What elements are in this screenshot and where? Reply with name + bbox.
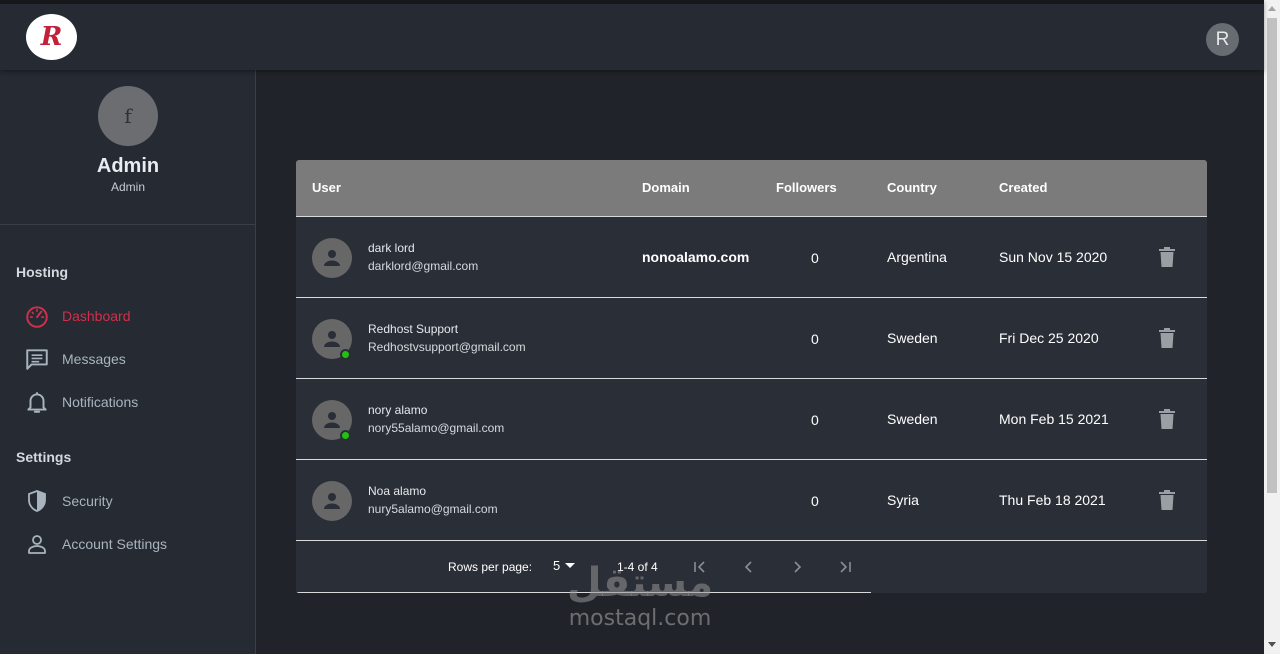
online-status-dot bbox=[340, 430, 351, 441]
user-followers: 0 bbox=[811, 250, 819, 266]
user-country: Argentina bbox=[887, 249, 947, 265]
user-domain: nonoalamo.com bbox=[642, 249, 750, 265]
bell-icon bbox=[22, 387, 52, 417]
person-icon bbox=[324, 412, 340, 428]
users-table: User Domain Followers Country Created da… bbox=[296, 160, 1207, 593]
delete-icon[interactable] bbox=[1156, 327, 1178, 349]
profile-name: Admin bbox=[96, 155, 160, 177]
profile-avatar[interactable]: f bbox=[98, 86, 158, 146]
user-country: Sweden bbox=[887, 411, 938, 427]
watermark: مستقل mostaql.com bbox=[540, 560, 740, 632]
sidebar-item-label: Account Settings bbox=[62, 536, 168, 552]
section-title-hosting: Hosting bbox=[16, 264, 69, 280]
sidebar-item-account-settings[interactable]: Account Settings bbox=[22, 527, 242, 561]
last-page-button[interactable] bbox=[832, 554, 858, 580]
column-header-created[interactable]: Created bbox=[999, 180, 1047, 195]
user-avatar bbox=[312, 481, 352, 521]
online-status-dot bbox=[340, 349, 351, 360]
sidebar-item-messages[interactable]: Messages bbox=[22, 342, 242, 376]
user-country: Syria bbox=[887, 492, 919, 508]
user-country: Sweden bbox=[887, 330, 938, 346]
user-created: Mon Feb 15 2021 bbox=[999, 411, 1109, 427]
column-header-user[interactable]: User bbox=[312, 180, 341, 195]
sidebar-item-label: Security bbox=[62, 493, 113, 509]
user-email: nory55alamo@gmail.com bbox=[368, 421, 505, 435]
user-created: Thu Feb 18 2021 bbox=[999, 492, 1106, 508]
sidebar-item-label: Messages bbox=[62, 351, 126, 367]
user-avatar bbox=[312, 238, 352, 278]
shield-icon bbox=[22, 486, 52, 516]
scrollbar-thumb[interactable] bbox=[1267, 18, 1277, 493]
user-followers: 0 bbox=[811, 331, 819, 347]
profile-panel: f Admin Admin bbox=[0, 70, 255, 225]
sidebar-item-dashboard[interactable]: Dashboard bbox=[22, 299, 242, 333]
user-created: Sun Nov 15 2020 bbox=[999, 249, 1108, 265]
user-followers: 0 bbox=[811, 412, 819, 428]
user-created: Fri Dec 25 2020 bbox=[999, 330, 1099, 346]
scroll-up-arrow-icon[interactable] bbox=[1268, 6, 1276, 11]
page-scrollbar[interactable] bbox=[1264, 0, 1280, 654]
person-icon bbox=[324, 493, 340, 509]
table-row[interactable]: Noa alamo nury5alamo@gmail.com 0 Syria T… bbox=[296, 460, 1207, 541]
table-row[interactable]: dark lord darklord@gmail.com nonoalamo.c… bbox=[296, 217, 1207, 298]
delete-icon[interactable] bbox=[1156, 246, 1178, 268]
sidebar-item-label: Dashboard bbox=[62, 308, 131, 324]
delete-icon[interactable] bbox=[1156, 408, 1178, 430]
person-icon bbox=[22, 529, 52, 559]
app-logo[interactable]: R bbox=[26, 14, 77, 60]
sidebar: f Admin Admin Hosting Dashboard Messages… bbox=[0, 70, 256, 654]
user-name: Noa alamo bbox=[368, 484, 427, 498]
sidebar-item-label: Notifications bbox=[62, 394, 139, 410]
profile-role: Admin bbox=[110, 180, 145, 194]
top-app-bar: R R bbox=[0, 0, 1264, 70]
speedometer-icon bbox=[22, 301, 52, 331]
user-initial: R bbox=[1215, 28, 1230, 50]
person-icon bbox=[324, 250, 340, 266]
table-header: User Domain Followers Country Created bbox=[296, 160, 1207, 217]
table-row[interactable]: Redhost Support Redhostvsupport@gmail.co… bbox=[296, 298, 1207, 379]
delete-icon[interactable] bbox=[1156, 489, 1178, 511]
scroll-down-arrow-icon[interactable] bbox=[1268, 642, 1276, 647]
user-email: darklord@gmail.com bbox=[368, 259, 479, 273]
message-icon bbox=[22, 344, 52, 374]
user-email: Redhostvsupport@gmail.com bbox=[368, 340, 526, 354]
profile-avatar-glyph: f bbox=[124, 104, 132, 128]
user-avatar-button[interactable]: R bbox=[1206, 23, 1239, 56]
column-header-domain[interactable]: Domain bbox=[642, 180, 690, 195]
user-name: Redhost Support bbox=[368, 322, 459, 336]
last-page-icon bbox=[840, 561, 851, 573]
logo-letter: R bbox=[40, 22, 63, 52]
column-header-followers[interactable]: Followers bbox=[776, 180, 837, 195]
user-name: nory alamo bbox=[368, 403, 428, 417]
sidebar-item-notifications[interactable]: Notifications bbox=[22, 385, 242, 419]
section-title-settings: Settings bbox=[16, 449, 72, 465]
chevron-left-icon bbox=[744, 561, 752, 573]
table-pagination: Rows per page: 5 1-4 of 4 bbox=[296, 541, 1207, 593]
person-icon bbox=[324, 331, 340, 347]
user-name: dark lord bbox=[368, 241, 415, 255]
table-row[interactable]: nory alamo nory55alamo@gmail.com 0 Swede… bbox=[296, 379, 1207, 460]
sidebar-item-security[interactable]: Security bbox=[22, 484, 242, 518]
chevron-right-icon bbox=[794, 561, 802, 573]
column-header-country[interactable]: Country bbox=[887, 180, 937, 195]
rows-per-page-label: Rows per page: bbox=[448, 560, 533, 574]
user-email: nury5alamo@gmail.com bbox=[368, 502, 498, 516]
user-followers: 0 bbox=[811, 493, 819, 509]
watermark-latin: mostaql.com bbox=[568, 606, 712, 631]
watermark-arabic: مستقل bbox=[566, 560, 714, 606]
next-page-button[interactable] bbox=[784, 554, 810, 580]
